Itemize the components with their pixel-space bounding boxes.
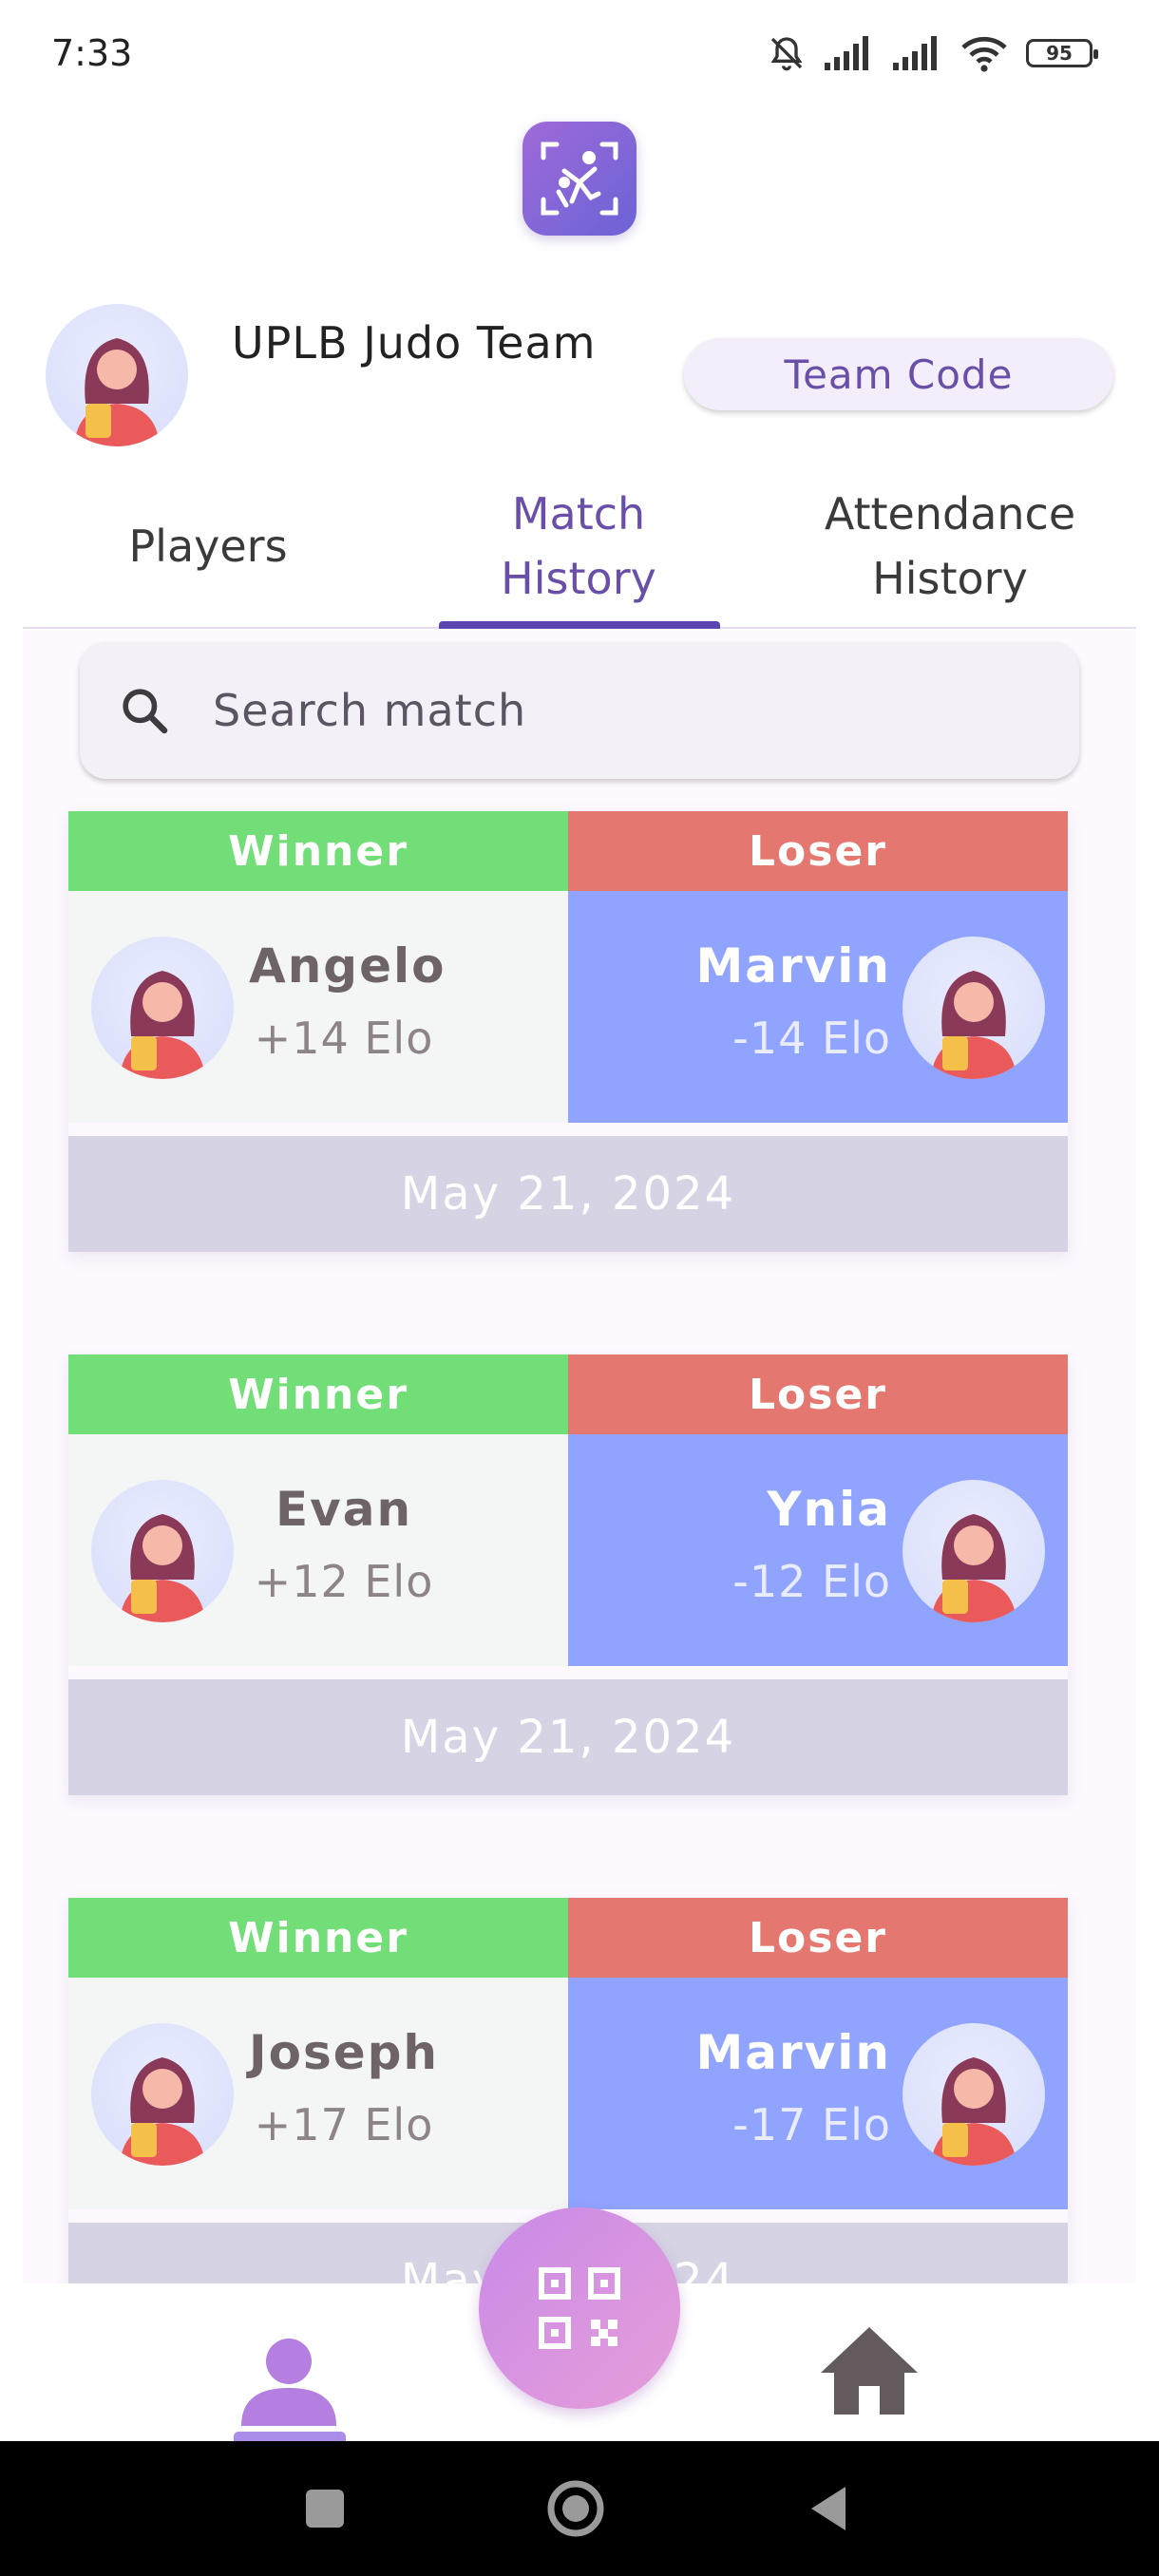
- app-logo: [522, 122, 636, 236]
- winner-elo: +12 Elo: [254, 1556, 434, 1607]
- battery-icon: 95: [1026, 39, 1098, 67]
- tab-bar: Players Match History Attendance History: [23, 465, 1136, 629]
- winner-name: Evan: [275, 1482, 413, 1537]
- loser-elo: -17 Elo: [732, 2099, 891, 2150]
- tab-match-history[interactable]: Match History: [393, 465, 764, 627]
- avatar: [902, 1480, 1045, 1622]
- qr-scan-button[interactable]: [479, 2207, 680, 2409]
- loser-elo: -14 Elo: [732, 1013, 891, 1064]
- winner-header: Winner: [68, 1354, 568, 1434]
- tab-attendance-history[interactable]: Attendance History: [764, 465, 1136, 627]
- status-time: 7:33: [51, 32, 133, 74]
- signal-icon: [893, 36, 937, 70]
- person-icon[interactable]: [234, 2331, 344, 2435]
- avatar: [902, 937, 1045, 1079]
- active-nav-indicator: [234, 2432, 346, 2441]
- winner-header: Winner: [68, 1898, 568, 1978]
- team-avatar: [46, 304, 188, 446]
- wifi-icon: [961, 36, 1007, 72]
- status-bar: 7:33 95: [0, 0, 1159, 114]
- team-name: UPLB Judo Team: [232, 317, 597, 369]
- loser-header: Loser: [568, 1898, 1068, 1978]
- team-code-button[interactable]: Team Code: [684, 338, 1113, 410]
- loser-name: Ynia: [767, 1482, 891, 1537]
- status-icons: 95: [768, 34, 1098, 72]
- back-triangle-icon: [811, 2487, 846, 2530]
- tab-label: Match: [511, 488, 646, 540]
- circle-icon: [547, 2480, 604, 2537]
- back-button[interactable]: [771, 2441, 885, 2576]
- signal-icon: [825, 36, 868, 70]
- winner-header: Winner: [68, 811, 568, 891]
- avatar-illustration: [74, 338, 160, 446]
- match-card[interactable]: Winner Loser Evan +12 Elo Ynia -12 Elo M…: [68, 1354, 1068, 1795]
- search-bar[interactable]: [80, 642, 1079, 779]
- search-icon: [123, 689, 168, 734]
- avatar-illustration: [931, 2057, 1016, 2166]
- tab-label: History: [501, 553, 656, 604]
- loser-header: Loser: [568, 1354, 1068, 1434]
- winner-elo: +17 Elo: [254, 2099, 434, 2150]
- judo-throw-icon: [541, 142, 618, 216]
- match-date: May 21, 2024: [68, 1136, 1068, 1252]
- loser-header: Loser: [568, 811, 1068, 891]
- winner-name: Angelo: [249, 938, 446, 994]
- loser-name: Marvin: [695, 2025, 891, 2080]
- active-tab-indicator: [439, 621, 720, 629]
- match-list[interactable]: Winner Loser Angelo +14 Elo Marvin -14 E…: [23, 631, 1136, 2283]
- winner-elo: +14 Elo: [254, 1013, 434, 1064]
- avatar-illustration: [120, 2057, 205, 2166]
- home-icon[interactable]: [817, 2323, 922, 2418]
- qr-code-icon: [539, 2267, 620, 2349]
- winner-panel: Evan +12 Elo: [68, 1434, 568, 1666]
- avatar-illustration: [931, 1514, 1016, 1622]
- tab-label: Attendance: [824, 488, 1076, 540]
- loser-name: Marvin: [695, 938, 891, 994]
- avatar: [91, 1480, 234, 1622]
- square-icon: [306, 2490, 344, 2528]
- loser-panel: Ynia -12 Elo: [568, 1434, 1068, 1666]
- system-nav-bar: [0, 2441, 1159, 2576]
- home-system-button[interactable]: [519, 2441, 633, 2576]
- avatar-illustration: [931, 971, 1016, 1079]
- winner-panel: Angelo +14 Elo: [68, 891, 568, 1123]
- winner-panel: Joseph +17 Elo: [68, 1978, 568, 2209]
- tab-label: Players: [128, 521, 288, 572]
- match-date: May 21, 2024: [68, 1679, 1068, 1795]
- avatar: [91, 937, 234, 1079]
- loser-panel: Marvin -14 Elo: [568, 891, 1068, 1123]
- tab-players[interactable]: Players: [23, 465, 393, 627]
- tab-label: History: [872, 553, 1028, 604]
- match-card[interactable]: Winner Loser Angelo +14 Elo Marvin -14 E…: [68, 811, 1068, 1252]
- avatar: [91, 2023, 234, 2166]
- recents-button[interactable]: [268, 2441, 382, 2576]
- winner-name: Joseph: [249, 2025, 440, 2080]
- search-input[interactable]: [213, 671, 1049, 750]
- avatar-illustration: [120, 971, 205, 1079]
- loser-elo: -12 Elo: [732, 1556, 891, 1607]
- avatar-illustration: [120, 1514, 205, 1622]
- loser-panel: Marvin -17 Elo: [568, 1978, 1068, 2209]
- bell-muted-icon: [770, 37, 803, 71]
- avatar: [902, 2023, 1045, 2166]
- battery-level: 95: [1046, 42, 1073, 65]
